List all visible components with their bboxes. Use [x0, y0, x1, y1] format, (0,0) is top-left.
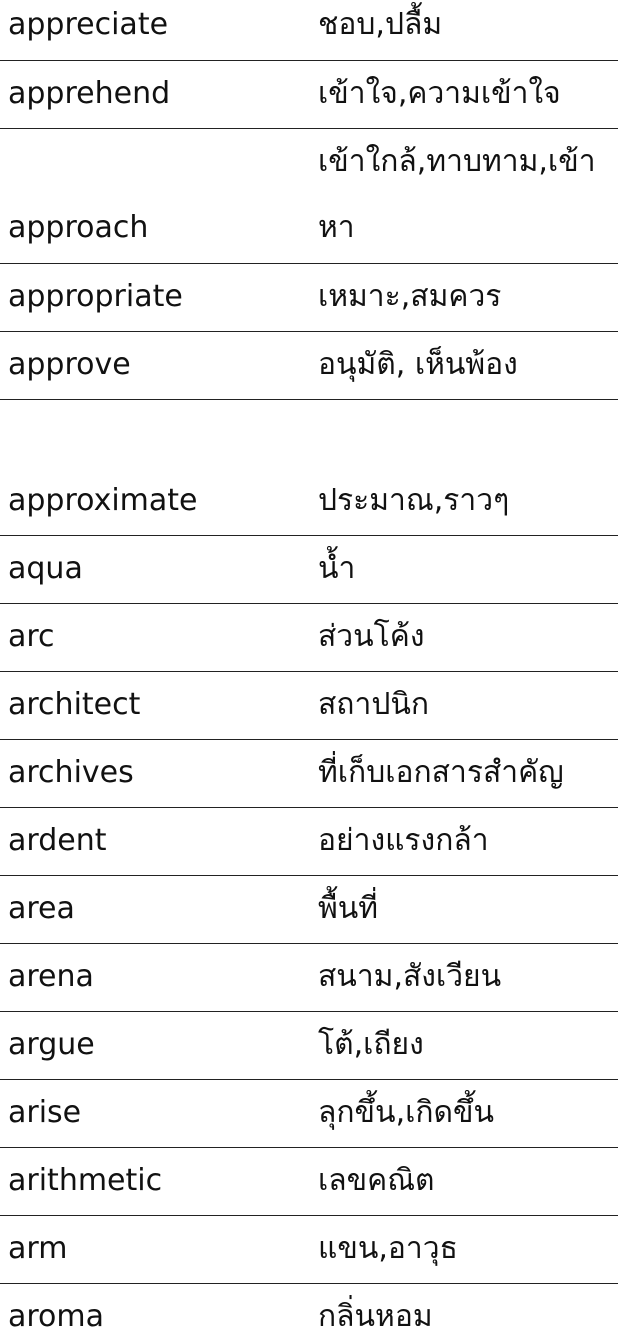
thai-meaning: ลุกขึ้น,เกิดขึ้น	[318, 1095, 495, 1130]
thai-meaning: แขน,อาวุธ	[318, 1231, 458, 1266]
thai-meaning-continued: หา	[318, 210, 355, 245]
english-word: ardent	[8, 823, 107, 858]
thai-meaning: น้ำ	[318, 551, 356, 586]
thai-meaning: เข้าใจ,ความเข้าใจ	[318, 76, 561, 111]
table-row: arise ลุกขึ้น,เกิดขึ้น	[0, 1080, 618, 1148]
english-word: area	[8, 891, 75, 926]
table-row: approach เข้าใกล้,ทาบทาม,เข้า หา	[0, 129, 618, 264]
vocabulary-table: appreciate ชอบ,ปลื้ม apprehend เข้าใจ,คว…	[0, 0, 618, 1344]
table-row: arithmetic เลขคณิต	[0, 1148, 618, 1216]
english-word: aroma	[8, 1299, 105, 1334]
table-row: ardent อย่างแรงกล้า	[0, 808, 618, 876]
thai-meaning: เหมาะ,สมควร	[318, 279, 502, 314]
table-row: arc ส่วนโค้ง	[0, 604, 618, 672]
english-word: appropriate	[8, 279, 183, 314]
thai-meaning: กลิ่นหอม	[318, 1299, 433, 1334]
table-row: area พื้นที่	[0, 876, 618, 944]
table-row: arena สนาม,สังเวียน	[0, 944, 618, 1012]
english-word: appreciate	[8, 7, 169, 42]
english-word: arm	[8, 1231, 68, 1266]
english-word: arc	[8, 619, 55, 654]
table-row: approximate ประมาณ,ราวๆ	[0, 400, 618, 536]
table-row: appropriate เหมาะ,สมควร	[0, 264, 618, 332]
english-word: approximate	[8, 483, 198, 518]
thai-meaning: อนุมัติ, เห็นพ้อง	[318, 347, 518, 382]
table-row: arm แขน,อาวุธ	[0, 1216, 618, 1284]
english-word: aqua	[8, 551, 83, 586]
thai-meaning: อย่างแรงกล้า	[318, 823, 489, 858]
thai-meaning: เข้าใกล้,ทาบทาม,เข้า	[318, 144, 596, 179]
english-word: approach	[8, 210, 149, 245]
table-row: appreciate ชอบ,ปลื้ม	[0, 0, 618, 61]
english-word: arithmetic	[8, 1163, 163, 1198]
english-word: arise	[8, 1095, 82, 1130]
thai-meaning: พื้นที่	[318, 891, 379, 926]
english-word: approve	[8, 347, 131, 382]
english-word: arena	[8, 959, 94, 994]
table-row: architect สถาปนิก	[0, 672, 618, 740]
table-row: apprehend เข้าใจ,ความเข้าใจ	[0, 61, 618, 129]
english-word: argue	[8, 1027, 95, 1062]
thai-meaning: เลขคณิต	[318, 1163, 435, 1198]
thai-meaning: ส่วนโค้ง	[318, 619, 425, 654]
table-row: argue โต้,เถียง	[0, 1012, 618, 1080]
table-row: archives ที่เก็บเอกสารสำคัญ	[0, 740, 618, 808]
thai-meaning: สถาปนิก	[318, 687, 430, 722]
table-row: approve อนุมัติ, เห็นพ้อง	[0, 332, 618, 400]
thai-meaning: ชอบ,ปลื้ม	[318, 7, 443, 42]
thai-meaning: ประมาณ,ราวๆ	[318, 483, 510, 518]
english-word: architect	[8, 687, 141, 722]
thai-meaning: โต้,เถียง	[318, 1027, 424, 1062]
thai-meaning: ที่เก็บเอกสารสำคัญ	[318, 755, 564, 790]
thai-meaning: สนาม,สังเวียน	[318, 959, 502, 994]
english-word: archives	[8, 755, 134, 790]
english-word: apprehend	[8, 76, 171, 111]
table-row: aqua น้ำ	[0, 536, 618, 604]
table-row: aroma กลิ่นหอม	[0, 1284, 618, 1344]
